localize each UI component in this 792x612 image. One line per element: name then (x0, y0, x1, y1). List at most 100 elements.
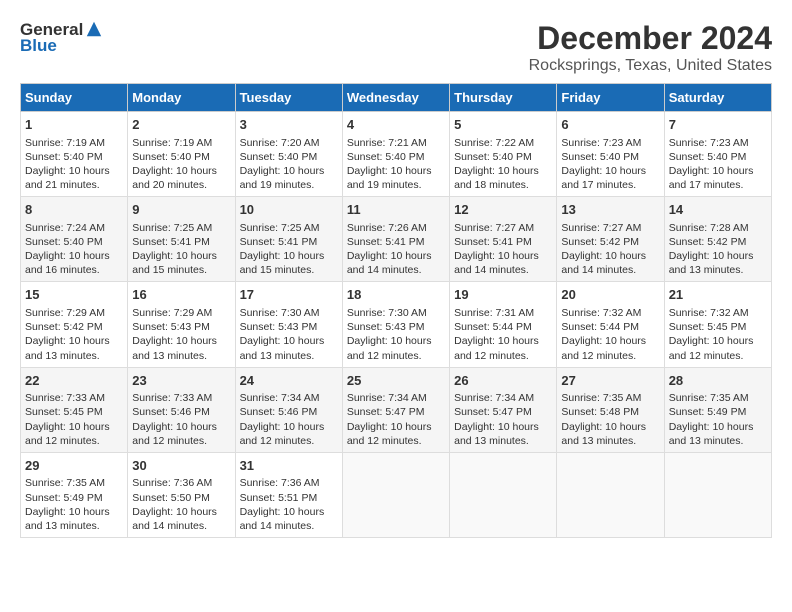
sunset-text: Sunset: 5:43 PM (347, 321, 425, 333)
day-number: 21 (669, 286, 767, 304)
day-number: 16 (132, 286, 230, 304)
logo-blue-text: Blue (20, 36, 57, 56)
sunset-text: Sunset: 5:49 PM (25, 492, 103, 504)
sunset-text: Sunset: 5:41 PM (454, 236, 532, 248)
daylight-text: Daylight: 10 hours and 17 minutes. (669, 165, 754, 191)
day-number: 18 (347, 286, 445, 304)
calendar-cell: 25 Sunrise: 7:34 AM Sunset: 5:47 PM Dayligh… (342, 367, 449, 452)
sunset-text: Sunset: 5:43 PM (240, 321, 318, 333)
sunrise-text: Sunrise: 7:33 AM (25, 392, 105, 404)
daylight-text: Daylight: 10 hours and 12 minutes. (347, 335, 432, 361)
sunrise-text: Sunrise: 7:34 AM (347, 392, 427, 404)
sunset-text: Sunset: 5:42 PM (561, 236, 639, 248)
sunrise-text: Sunrise: 7:29 AM (132, 307, 212, 319)
sunset-text: Sunset: 5:43 PM (132, 321, 210, 333)
sunrise-text: Sunrise: 7:34 AM (240, 392, 320, 404)
day-number: 5 (454, 116, 552, 134)
sunrise-text: Sunrise: 7:36 AM (132, 477, 212, 489)
day-number: 9 (132, 201, 230, 219)
sunset-text: Sunset: 5:40 PM (240, 151, 318, 163)
column-header-wednesday: Wednesday (342, 84, 449, 112)
daylight-text: Daylight: 10 hours and 21 minutes. (25, 165, 110, 191)
calendar-table: SundayMondayTuesdayWednesdayThursdayFrid… (20, 83, 772, 538)
sunset-text: Sunset: 5:47 PM (454, 406, 532, 418)
calendar-cell: 14Sunrise: 7:28 AMSunset: 5:42 PMDayligh… (664, 197, 771, 282)
calendar-cell: 10Sunrise: 7:25 AMSunset: 5:41 PMDayligh… (235, 197, 342, 282)
day-number: 27 (561, 372, 659, 390)
sunrise-text: Sunrise: 7:27 AM (561, 222, 641, 234)
calendar-cell: 29Sunrise: 7:35 AMSunset: 5:49 PMDayligh… (21, 452, 128, 537)
day-number: 2 (132, 116, 230, 134)
sunrise-text: Sunrise: 7:23 AM (561, 137, 641, 149)
day-number: 1 (25, 116, 123, 134)
calendar-cell: 2Sunrise: 7:19 AMSunset: 5:40 PMDaylight… (128, 112, 235, 197)
calendar-week-row: 1Sunrise: 7:19 AMSunset: 5:40 PMDaylight… (21, 112, 772, 197)
sunset-text: Sunset: 5:51 PM (240, 492, 318, 504)
logo-icon (85, 20, 103, 38)
sunset-text: Sunset: 5:40 PM (132, 151, 210, 163)
daylight-text: Daylight: 10 hours and 14 minutes. (132, 506, 217, 532)
calendar-cell: 11Sunrise: 7:26 AMSunset: 5:41 PMDayligh… (342, 197, 449, 282)
calendar-cell: 6Sunrise: 7:23 AMSunset: 5:40 PMDaylight… (557, 112, 664, 197)
sunrise-text: Sunrise: 7:25 AM (132, 222, 212, 234)
day-number: 25 (347, 372, 445, 390)
sunset-text: Sunset: 5:40 PM (25, 151, 103, 163)
day-number: 28 (669, 372, 767, 390)
sunrise-text: Sunrise: 7:31 AM (454, 307, 534, 319)
sunrise-text: Sunrise: 7:23 AM (669, 137, 749, 149)
column-header-tuesday: Tuesday (235, 84, 342, 112)
daylight-text: Daylight: 10 hours and 19 minutes. (347, 165, 432, 191)
calendar-week-row: 15 Sunrise: 7:29 AM Sunset: 5:42 PM Dayligh… (21, 282, 772, 367)
sunset-text: Sunset: 5:41 PM (132, 236, 210, 248)
day-number: 6 (561, 116, 659, 134)
sunrise-text: Sunrise: 7:28 AM (669, 222, 749, 234)
day-number: 23 (132, 372, 230, 390)
sunrise-text: Sunrise: 7:35 AM (25, 477, 105, 489)
day-number: 11 (347, 201, 445, 219)
calendar-week-row: 22Sunrise: 7:33 AMSunset: 5:45 PMDayligh… (21, 367, 772, 452)
sunrise-text: Sunrise: 7:30 AM (240, 307, 320, 319)
page-header: General Blue December 2024 Rocksprings, … (20, 20, 772, 75)
calendar-cell: 21Sunrise: 7:32 AMSunset: 5:45 PMDayligh… (664, 282, 771, 367)
day-number: 15 (25, 286, 123, 304)
page-subtitle: Rocksprings, Texas, United States (529, 57, 772, 75)
sunset-text: Sunset: 5:46 PM (132, 406, 210, 418)
calendar-cell: 12Sunrise: 7:27 AMSunset: 5:41 PMDayligh… (450, 197, 557, 282)
sunrise-text: Sunrise: 7:33 AM (132, 392, 212, 404)
calendar-cell: 8Sunrise: 7:24 AMSunset: 5:40 PMDaylight… (21, 197, 128, 282)
sunset-text: Sunset: 5:40 PM (561, 151, 639, 163)
daylight-text: Daylight: 10 hours and 14 minutes. (347, 250, 432, 276)
daylight-text: Daylight: 10 hours and 18 minutes. (454, 165, 539, 191)
calendar-body: 1Sunrise: 7:19 AMSunset: 5:40 PMDaylight… (21, 112, 772, 538)
page-title: December 2024 (529, 20, 772, 57)
day-number: 20 (561, 286, 659, 304)
daylight-text: Daylight: 10 hours and 19 minutes. (240, 165, 325, 191)
calendar-cell: 20Sunrise: 7:32 AMSunset: 5:44 PMDayligh… (557, 282, 664, 367)
calendar-cell: 15Sunrise: 7:29 AMSunset: 5:42 PMDayligh… (21, 282, 128, 367)
daylight-text: Daylight: 10 hours and 20 minutes. (132, 165, 217, 191)
logo: General Blue (20, 20, 103, 56)
calendar-cell: 5Sunrise: 7:22 AMSunset: 5:40 PMDaylight… (450, 112, 557, 197)
column-header-friday: Friday (557, 84, 664, 112)
daylight-text: Daylight: 10 hours and 12 minutes. (347, 421, 432, 447)
day-number: 31 (240, 457, 338, 475)
sunset-text: Sunset: 5:42 PM (25, 321, 103, 333)
daylight-text: Daylight: 10 hours and 15 minutes. (132, 250, 217, 276)
calendar-cell: 3Sunrise: 7:20 AMSunset: 5:40 PMDaylight… (235, 112, 342, 197)
day-number: 29 (25, 457, 123, 475)
calendar-header-row: SundayMondayTuesdayWednesdayThursdayFrid… (21, 84, 772, 112)
daylight-text: Daylight: 10 hours and 12 minutes. (669, 335, 754, 361)
sunset-text: Sunset: 5:47 PM (347, 406, 425, 418)
day-number: 3 (240, 116, 338, 134)
sunrise-text: Sunrise: 7:22 AM (454, 137, 534, 149)
sunrise-text: Sunrise: 7:25 AM (240, 222, 320, 234)
daylight-text: Daylight: 10 hours and 14 minutes. (561, 250, 646, 276)
calendar-cell (450, 452, 557, 537)
sunset-text: Sunset: 5:45 PM (669, 321, 747, 333)
daylight-text: Daylight: 10 hours and 13 minutes. (669, 250, 754, 276)
sunrise-text: Sunrise: 7:36 AM (240, 477, 320, 489)
sunrise-text: Sunrise: 7:34 AM (454, 392, 534, 404)
calendar-cell (342, 452, 449, 537)
day-number: 8 (25, 201, 123, 219)
sunset-text: Sunset: 5:44 PM (454, 321, 532, 333)
